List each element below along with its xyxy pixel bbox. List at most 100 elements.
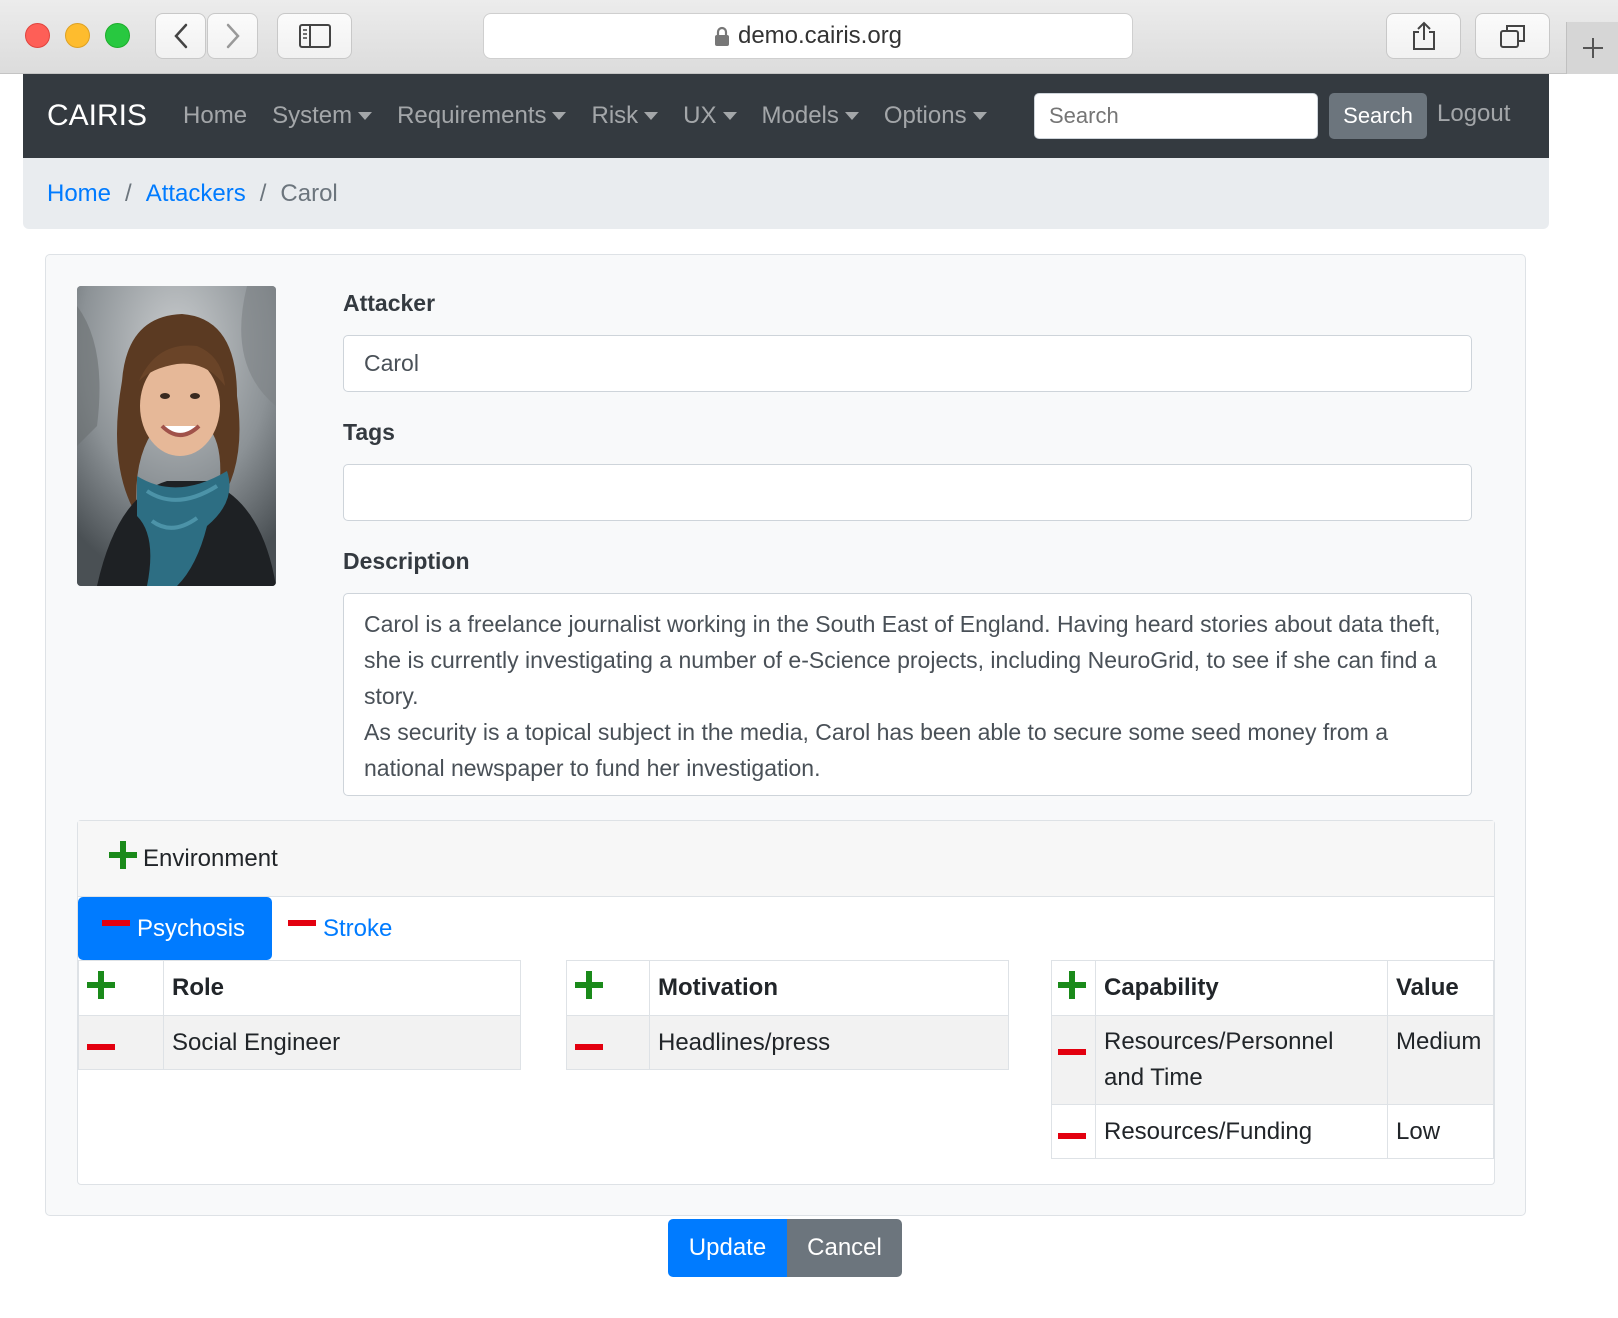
address-bar[interactable]: demo.cairis.org [483,13,1133,59]
main-navbar: CAIRIS Home System Requirements Risk UX … [23,74,1549,158]
remove-motivation-icon[interactable] [575,1043,603,1050]
chevron-left-icon [173,23,187,49]
chevron-right-icon [226,23,240,49]
add-environment-icon[interactable] [109,841,137,869]
tab-stroke[interactable]: Stroke [288,897,408,960]
remove-capability-icon[interactable] [1058,1049,1086,1055]
remove-environment-icon[interactable] [102,919,130,926]
minimize-window-button[interactable] [65,23,90,48]
tab-psychosis[interactable]: Psychosis [78,897,272,960]
motivation-column-header: Motivation [649,960,1009,1016]
table-row: Headlines/press [566,1015,1009,1070]
add-motivation-cell [566,960,650,1016]
attacker-name-input[interactable]: Carol [343,335,1472,392]
tab-stroke-label: Stroke [323,914,393,942]
zoom-window-button[interactable] [105,23,130,48]
role-column-header: Role [163,960,521,1016]
remove-role-icon[interactable] [87,1043,115,1050]
nav-requirements[interactable]: Requirements [397,102,567,130]
forward-button[interactable] [207,13,258,59]
nav-home-label: Home [183,102,248,129]
description-paragraph: Carol is a freelance journalist working … [364,611,1441,709]
nav-options-label: Options [883,102,967,129]
new-tab-button[interactable] [1566,22,1618,74]
table-row: Resources/Personnel and Time Medium [1051,1015,1494,1105]
motivation-cell: Headlines/press [649,1015,1009,1070]
roles-table: Role Social Engineer [78,960,521,1070]
breadcrumb-attackers[interactable]: Attackers [146,180,246,208]
motivations-table: Motivation Headlines/press [566,960,1009,1070]
capability-value-cell: Low [1387,1104,1494,1159]
capability-cell: Resources/Personnel and Time [1095,1015,1388,1105]
search-input[interactable] [1034,93,1318,139]
breadcrumb-current: Carol [280,179,338,207]
tags-label: Tags [343,419,395,445]
search-button[interactable]: Search [1329,93,1427,139]
remove-environment-icon[interactable] [288,919,316,926]
nav-requirements-label: Requirements [397,102,547,129]
nav-system[interactable]: System [272,102,373,130]
add-capability-cell [1051,960,1096,1016]
table-header-row: Motivation [566,960,1009,1016]
add-motivation-icon[interactable] [575,970,603,999]
lock-icon [714,26,729,46]
role-cell: Social Engineer [163,1015,521,1070]
plus-icon [1582,38,1603,58]
table-row: Social Engineer [78,1015,521,1070]
tags-input[interactable] [343,464,1472,521]
breadcrumb-home[interactable]: Home [47,180,111,208]
caret-down-icon [552,112,567,120]
nav-risk-label: Risk [591,102,639,129]
capabilities-table: Capability Value Resources/Personnel and… [1051,960,1494,1159]
caret-down-icon [844,112,859,120]
update-button[interactable]: Update [668,1219,787,1277]
add-role-cell [78,960,164,1016]
back-button[interactable] [155,13,206,59]
remove-capability-cell [1051,1015,1096,1105]
attacker-photo[interactable] [77,286,276,586]
nav-models[interactable]: Models [762,102,859,130]
breadcrumb-separator: / [125,179,132,207]
nav-ux-label: UX [683,102,717,129]
add-capability-icon[interactable] [1058,970,1086,999]
description-label: Description [343,548,470,574]
caret-down-icon [644,112,659,120]
nav-home[interactable]: Home [183,102,247,130]
description-textarea[interactable]: Carol is a freelance journalist working … [343,593,1472,796]
table-header-row: Role [78,960,521,1016]
remove-motivation-cell [566,1015,650,1070]
sidebar-toggle-button[interactable] [277,13,352,59]
logout-link[interactable]: Logout [1437,100,1510,128]
share-button[interactable] [1386,13,1461,59]
url-text: demo.cairis.org [737,22,903,49]
capability-column-header: Capability [1095,960,1388,1016]
brand-logo[interactable]: CAIRIS [47,99,147,133]
capability-cell: Resources/Funding [1095,1104,1388,1159]
nav-system-label: System [272,102,353,129]
table-header-row: Capability Value [1051,960,1494,1016]
breadcrumb-separator: / [259,179,267,207]
remove-role-cell [78,1015,164,1070]
portrait-image [77,286,276,586]
table-row: Resources/Funding Low [1051,1104,1494,1159]
breadcrumb: Home / Attackers / Carol [23,158,1549,229]
caret-down-icon [722,112,737,120]
add-role-icon[interactable] [87,970,115,999]
browser-toolbar: demo.cairis.org [0,0,1618,74]
tab-psychosis-label: Psychosis [137,914,246,942]
environment-header: Environment [78,821,1494,897]
remove-capability-icon[interactable] [1058,1132,1086,1139]
tabs-overview-button[interactable] [1475,13,1550,59]
value-column-header: Value [1387,960,1494,1016]
share-icon [1412,21,1435,50]
tabs-icon [1499,25,1525,48]
description-paragraph: As security is a topical subject in the … [364,719,1389,781]
cancel-button[interactable]: Cancel [787,1219,902,1277]
close-window-button[interactable] [25,23,50,48]
nav-models-label: Models [761,102,839,129]
attacker-label: Attacker [343,290,436,316]
capability-value-cell: Medium [1387,1015,1494,1105]
nav-risk[interactable]: Risk [591,102,659,130]
nav-ux[interactable]: UX [683,102,737,130]
nav-options[interactable]: Options [884,102,987,130]
